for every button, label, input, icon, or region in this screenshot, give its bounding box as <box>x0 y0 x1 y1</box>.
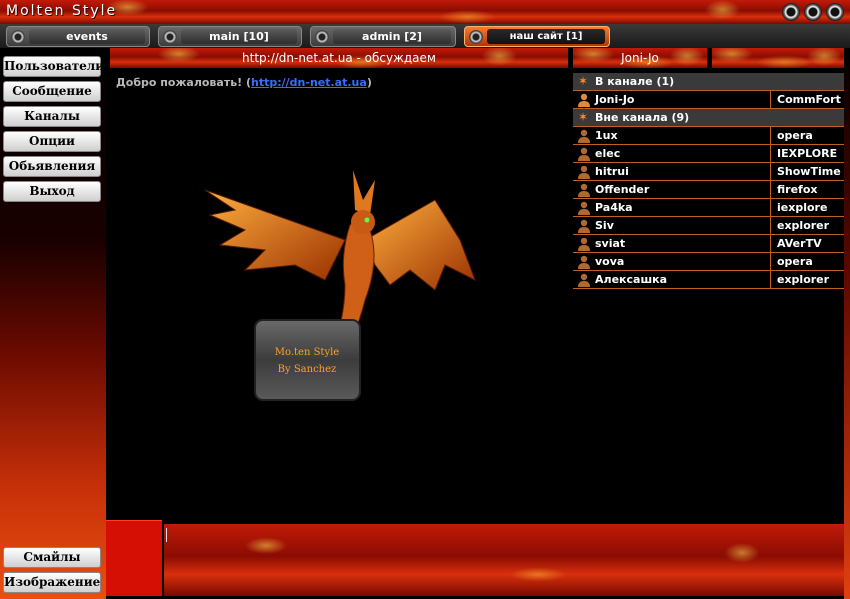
users-button[interactable]: Пользователи <box>3 56 104 77</box>
user-client: explorer <box>777 219 830 232</box>
user-client: AVerTV <box>777 237 822 250</box>
user-name: vova <box>595 253 771 270</box>
user-icon <box>578 147 590 161</box>
window-right-edge <box>844 48 850 599</box>
tab-label: наш сайт [1] <box>487 29 605 44</box>
title-bar: Molten Style <box>0 0 850 24</box>
message-button[interactable]: Сообщение <box>3 81 101 102</box>
text-caret <box>166 528 167 542</box>
user-client: firefox <box>777 183 818 196</box>
user-row[interactable]: vova opera <box>573 253 844 271</box>
user-client: opera <box>777 255 813 268</box>
star-icon: ✶ <box>578 110 589 124</box>
group-label: В канале (1) <box>595 75 675 88</box>
user-client: ShowTime <box>777 165 841 178</box>
tab-knob-icon <box>163 30 177 44</box>
exit-button[interactable]: Выход <box>3 181 101 202</box>
tab-knob-icon <box>315 30 329 44</box>
dragon-image: Mo.ten Style By Sanchez <box>205 170 476 401</box>
channel-topic: http://dn-net.at.ua - обсуждаем <box>110 48 568 68</box>
user-name: Offender <box>595 181 771 198</box>
user-client: CommFort <box>777 93 841 106</box>
group-in-channel[interactable]: ✶ В канале (1) <box>573 73 844 91</box>
user-icon <box>578 201 590 215</box>
user-name: Алексашка <box>595 271 771 288</box>
user-icon <box>578 183 590 197</box>
maximize-button[interactable] <box>804 3 822 21</box>
user-icon <box>578 237 590 251</box>
current-nick: Joni-Jo <box>573 48 707 68</box>
tab-admin[interactable]: admin [2] <box>310 26 456 47</box>
message-input[interactable] <box>164 524 844 596</box>
user-row[interactable]: elec IEXPLORE <box>573 145 844 163</box>
user-icon <box>578 255 590 269</box>
user-icon <box>578 219 590 233</box>
tab-label: admin [2] <box>333 29 451 44</box>
sidebar: Пользователи Сообщение Каналы Опции Обья… <box>0 48 106 599</box>
channel-tab-bar: events main [10] admin [2] наш сайт [1] <box>0 24 850 48</box>
user-name: elec <box>595 145 771 162</box>
user-icon <box>578 129 590 143</box>
minimize-button[interactable] <box>782 3 800 21</box>
user-name: sviat <box>595 235 771 252</box>
tab-label: main [10] <box>181 29 297 44</box>
group-out-channel[interactable]: ✶ Вне канала (9) <box>573 109 844 127</box>
user-name: Joni-Jo <box>595 91 771 108</box>
welcome-link[interactable]: http://dn-net.at.ua <box>251 76 367 89</box>
input-area <box>106 520 844 599</box>
tab-label: events <box>29 29 145 44</box>
channels-button[interactable]: Каналы <box>3 106 101 127</box>
app-title: Molten Style <box>6 3 118 19</box>
user-name: hitrui <box>595 163 771 180</box>
sign-caption-line1: Mo.ten Style <box>275 347 340 358</box>
tab-our-site[interactable]: наш сайт [1] <box>464 26 610 47</box>
user-name: Siv <box>595 217 771 234</box>
sign-caption-line2: By Sanchez <box>278 364 337 375</box>
user-client: explorer <box>777 273 830 286</box>
group-label: Вне канала (9) <box>595 111 690 124</box>
close-button[interactable] <box>826 3 844 21</box>
announcements-button[interactable]: Обьявления <box>3 156 101 177</box>
welcome-message: Добро пожаловать! (http://dn-net.at.ua) <box>116 76 372 89</box>
user-row[interactable]: 1ux opera <box>573 127 844 145</box>
user-row[interactable]: sviat AVerTV <box>573 235 844 253</box>
user-icon <box>578 273 590 287</box>
smileys-button[interactable]: Смайлы <box>3 547 101 568</box>
input-side-panel <box>106 520 162 596</box>
chat-area[interactable]: Добро пожаловать! (http://dn-net.at.ua) <box>110 70 570 520</box>
user-row[interactable]: Siv explorer <box>573 217 844 235</box>
user-icon <box>578 165 590 179</box>
user-name: 1ux <box>595 127 771 144</box>
user-row[interactable]: hitrui ShowTime <box>573 163 844 181</box>
tab-main[interactable]: main [10] <box>158 26 302 47</box>
user-row[interactable]: Алексашка explorer <box>573 271 844 289</box>
options-button[interactable]: Опции <box>3 131 101 152</box>
welcome-end: ) <box>366 76 372 89</box>
user-list: ✶ В канале (1) Joni-Jo CommFort ✶ Вне кан… <box>573 73 844 289</box>
tab-events[interactable]: events <box>6 26 150 47</box>
user-name: Pa4ka <box>595 199 771 216</box>
user-row[interactable]: Joni-Jo CommFort <box>573 91 844 109</box>
image-button[interactable]: Изображение <box>3 572 101 593</box>
user-row[interactable]: Offender firefox <box>573 181 844 199</box>
user-client: iexplore <box>777 201 828 214</box>
tab-knob-icon <box>11 30 25 44</box>
user-client: IEXPLORE <box>777 147 838 160</box>
header-extra <box>712 48 844 68</box>
user-row[interactable]: Pa4ka iexplore <box>573 199 844 217</box>
user-client: opera <box>777 129 813 142</box>
tab-knob-icon <box>469 30 483 44</box>
user-icon <box>578 93 590 107</box>
welcome-text: Добро пожаловать! ( <box>116 76 252 89</box>
star-icon: ✶ <box>578 74 589 88</box>
app-window: Molten Style events main [10] admin [2] … <box>0 0 850 599</box>
